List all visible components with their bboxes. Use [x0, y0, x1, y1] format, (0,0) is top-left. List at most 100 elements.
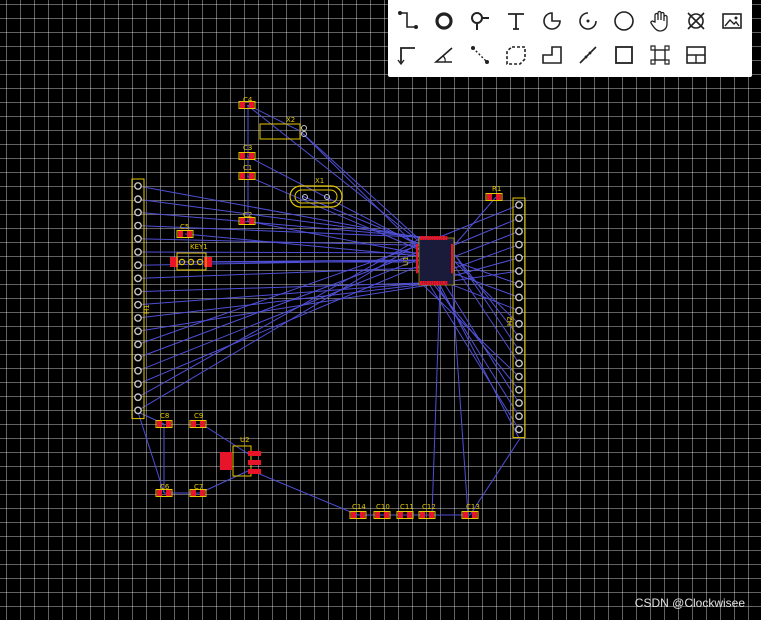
- circle-tool-icon[interactable]: [606, 4, 642, 38]
- dimension-tool-icon[interactable]: [390, 38, 426, 72]
- pin: [445, 236, 448, 240]
- pin: [515, 319, 523, 328]
- pin: [134, 366, 142, 375]
- pin: [515, 412, 523, 421]
- pin: [436, 236, 439, 240]
- pan-hand-icon[interactable]: [642, 4, 678, 38]
- pin: [438, 236, 441, 240]
- pad: [384, 512, 389, 518]
- ratsnest-lines: [137, 104, 521, 516]
- ratsnest-line: [137, 282, 435, 319]
- label-c10: C10: [376, 503, 390, 511]
- label-c3: C3: [243, 144, 252, 152]
- measure-tool-icon[interactable]: [462, 38, 498, 72]
- arc-three-point-icon[interactable]: [570, 4, 606, 38]
- pin: [134, 353, 142, 362]
- pad: [157, 421, 162, 427]
- text-tool-icon[interactable]: [498, 4, 534, 38]
- ratsnest-line: [439, 284, 521, 441]
- layout-panel-icon[interactable]: [678, 38, 714, 72]
- components-layer: [131, 101, 526, 519]
- dashed-rect-icon[interactable]: [498, 38, 534, 72]
- silk-outline: [289, 185, 343, 208]
- pin: [515, 267, 523, 275]
- label-u2: U2: [240, 436, 250, 444]
- label-u1: U1: [402, 256, 410, 266]
- ratsnest-line: [431, 284, 441, 516]
- pin: [134, 380, 142, 388]
- pin: [134, 182, 142, 190]
- ratsnest-line: [137, 252, 418, 359]
- pin: [515, 306, 523, 315]
- header-h2: [512, 197, 526, 439]
- component-frame-icon[interactable]: [642, 38, 678, 72]
- label-key1: KEY1: [190, 243, 208, 251]
- pad: [248, 469, 261, 474]
- polyline-tool-icon[interactable]: [534, 38, 570, 72]
- pin: [443, 281, 445, 285]
- via-tool-icon[interactable]: [426, 4, 462, 38]
- label-h1: H1: [143, 304, 151, 314]
- pad: [187, 231, 192, 237]
- ratsnest-line: [137, 282, 422, 293]
- x-circle-icon[interactable]: [678, 4, 714, 38]
- pad: [360, 512, 365, 518]
- pin: [515, 240, 523, 249]
- pin: [515, 293, 523, 302]
- pin: [422, 236, 425, 240]
- pin: [422, 281, 425, 285]
- pin: [134, 314, 142, 322]
- pad: [429, 512, 434, 518]
- pin: [515, 359, 523, 368]
- drawing-toolbar: [388, 0, 752, 77]
- wire-tool-icon[interactable]: [390, 4, 426, 38]
- pin: [424, 281, 427, 285]
- pad: [204, 257, 212, 267]
- chip-body: [418, 237, 455, 286]
- label-c1: C1: [243, 164, 252, 172]
- probe-tool-icon[interactable]: [462, 4, 498, 38]
- pad: [178, 231, 183, 237]
- pad: [472, 512, 477, 518]
- pin: [433, 236, 436, 240]
- pad: [191, 421, 196, 427]
- ratsnest-line: [443, 282, 520, 404]
- pin: [451, 269, 453, 274]
- pin: [134, 274, 142, 283]
- pin: [426, 236, 429, 240]
- tab-pad: [220, 452, 232, 470]
- label-c5: C5: [180, 223, 189, 231]
- label-r1: R1: [492, 185, 501, 193]
- pin: [440, 236, 443, 240]
- ratsnest-line: [451, 196, 497, 249]
- ratsnest-line: [451, 217, 520, 247]
- pin: [431, 281, 434, 285]
- pad: [351, 512, 356, 518]
- rectangle-tool-icon[interactable]: [606, 38, 642, 72]
- pin: [426, 281, 429, 285]
- arc-center-icon[interactable]: [534, 4, 570, 38]
- pad: [407, 512, 412, 518]
- pin: [134, 208, 142, 217]
- label-c2: C2: [243, 211, 252, 219]
- pin: [134, 300, 142, 309]
- pin: [440, 281, 443, 285]
- pin: [515, 280, 523, 289]
- ratsnest-line: [451, 230, 520, 258]
- label-x2: X2: [286, 116, 295, 124]
- angle-tool-icon[interactable]: [426, 38, 462, 72]
- label-c4: C4: [243, 96, 253, 104]
- pad: [375, 512, 380, 518]
- diagonal-dimension-icon[interactable]: [570, 38, 606, 72]
- regulator-u2: [220, 445, 261, 477]
- image-icon[interactable]: [714, 4, 750, 38]
- pin: [134, 327, 142, 336]
- pin: [424, 236, 427, 240]
- pcb-board[interactable]: C4 X2 C3 C1 X1 C2 C5 KEY1 R1 U1 H1 H2 C8…: [0, 0, 761, 620]
- pin: [420, 236, 422, 240]
- pin: [515, 201, 523, 209]
- ratsnest-line: [137, 266, 453, 279]
- chip-u1: [416, 236, 455, 286]
- pin: [420, 281, 422, 285]
- pin: [416, 269, 418, 274]
